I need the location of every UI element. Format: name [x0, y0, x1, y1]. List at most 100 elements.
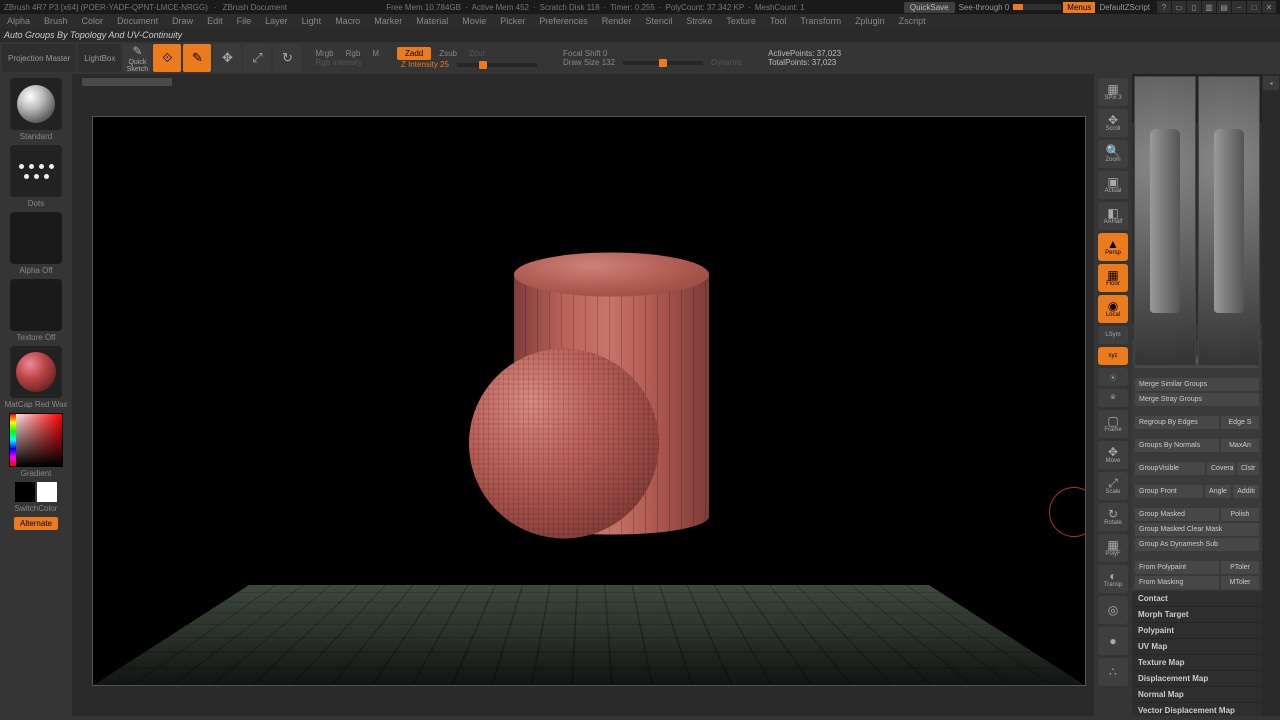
scale-view-button[interactable]: ⤢Scale [1098, 472, 1128, 500]
help-icon[interactable]: ? [1157, 1, 1171, 13]
z-intensity-slider[interactable] [457, 63, 537, 67]
move-mode-button[interactable]: ✥ [213, 44, 241, 72]
document-tab[interactable] [82, 78, 172, 86]
regroup-edges-button[interactable]: Regroup By Edges [1135, 416, 1219, 429]
xyz-button[interactable]: xyz [1098, 347, 1128, 365]
projection-master-button[interactable]: Projection Master [2, 44, 76, 72]
cluster-slider[interactable]: Clstr [1237, 462, 1259, 475]
sect-normalmap[interactable]: Normal Map [1132, 687, 1262, 703]
alternate-button[interactable]: Alternate [14, 517, 58, 530]
alpha-thumb[interactable] [10, 212, 62, 264]
group-front-button[interactable]: Group Front [1135, 485, 1203, 498]
dynamic-label[interactable]: Dynamic [707, 58, 746, 67]
y-axis-button[interactable]: ⦾ [1098, 389, 1128, 407]
color-picker[interactable] [9, 413, 63, 467]
menu-tool[interactable]: Tool [763, 16, 794, 26]
maxangle-slider[interactable]: MaxAn [1221, 439, 1259, 452]
persp-button[interactable]: ▲Persp [1098, 233, 1128, 261]
quicksketch-button[interactable]: ✎Quick Sketch [123, 44, 151, 72]
menu-material[interactable]: Material [409, 16, 455, 26]
mrgb-button[interactable]: Mrgb [311, 49, 337, 58]
brush-thumb[interactable] [10, 78, 62, 130]
sect-contact[interactable]: Contact [1132, 591, 1262, 607]
menu-brush[interactable]: Brush [37, 16, 75, 26]
viewport[interactable] [92, 116, 1086, 686]
coverage-slider[interactable]: Covera [1207, 462, 1235, 475]
polyframe-button[interactable]: ▦PolyF [1098, 534, 1128, 562]
zadd-button[interactable]: Zadd [397, 47, 431, 60]
material-thumb[interactable] [10, 346, 62, 398]
layout2-icon[interactable]: ▯ [1187, 1, 1201, 13]
menu-draw[interactable]: Draw [165, 16, 200, 26]
group-masked-clear-button[interactable]: Group Masked Clear Mask [1135, 523, 1259, 536]
menu-transform[interactable]: Transform [793, 16, 848, 26]
layout4-icon[interactable]: ▤ [1217, 1, 1231, 13]
tool-thumb-1[interactable] [1134, 76, 1196, 366]
ghost-button[interactable]: ◎ [1098, 596, 1128, 624]
maximize-icon[interactable]: □ [1247, 1, 1261, 13]
menu-light[interactable]: Light [295, 16, 329, 26]
from-masking-button[interactable]: From Masking [1135, 576, 1219, 589]
edge-slider[interactable]: Edge S [1221, 416, 1259, 429]
tray-expand-icon[interactable]: ◂ [1263, 76, 1279, 90]
sect-morphtarget[interactable]: Morph Target [1132, 607, 1262, 623]
rgb-button[interactable]: Rgb [342, 49, 365, 58]
primary-color-swatch[interactable] [37, 482, 57, 502]
draw-size-slider[interactable] [623, 61, 703, 65]
zcut-button[interactable]: Zcut [465, 49, 489, 58]
from-polypaint-button[interactable]: From Polypaint [1135, 561, 1219, 574]
seethrough-slider[interactable] [1013, 4, 1061, 10]
default-zscript[interactable]: DefaultZScript [1099, 3, 1150, 12]
groups-normals-button[interactable]: Groups By Normals [1135, 439, 1219, 452]
sect-dispmap[interactable]: Displacement Map [1132, 671, 1262, 687]
menu-document[interactable]: Document [110, 16, 165, 26]
additive-button[interactable]: Additi [1233, 485, 1259, 498]
polish-slider[interactable]: Polish [1221, 508, 1259, 521]
front-angle-slider[interactable]: Angle [1205, 485, 1231, 498]
group-visible-button[interactable]: GroupVisible [1135, 462, 1205, 475]
lsym-button[interactable]: LSym [1098, 326, 1128, 344]
zsub-button[interactable]: Zsub [435, 49, 461, 58]
menu-edit[interactable]: Edit [200, 16, 230, 26]
solo-button[interactable]: ● [1098, 627, 1128, 655]
menu-stroke[interactable]: Stroke [679, 16, 719, 26]
menu-preferences[interactable]: Preferences [532, 16, 595, 26]
m-button[interactable]: M [368, 49, 383, 58]
sect-texturemap[interactable]: Texture Map [1132, 655, 1262, 671]
scale-mode-button[interactable]: ⤢ [243, 44, 271, 72]
draw-mode-button[interactable]: ✎ [183, 44, 211, 72]
menu-render[interactable]: Render [595, 16, 639, 26]
tool-preview[interactable] [1132, 74, 1262, 122]
quicksave-button[interactable]: QuickSave [904, 2, 955, 13]
spix-button[interactable]: ▦SPix 3 [1098, 78, 1128, 106]
menu-macro[interactable]: Macro [328, 16, 367, 26]
menu-movie[interactable]: Movie [455, 16, 493, 26]
sect-uvmap[interactable]: UV Map [1132, 639, 1262, 655]
lightbox-button[interactable]: LightBox [78, 44, 121, 72]
aahalf-button[interactable]: ◧AAHalf [1098, 202, 1128, 230]
menu-zscript[interactable]: Zscript [892, 16, 933, 26]
close-icon[interactable]: ✕ [1262, 1, 1276, 13]
frame-button[interactable]: ▢Frame [1098, 410, 1128, 438]
stroke-thumb[interactable] [10, 145, 62, 197]
actual-button[interactable]: ▣Actual [1098, 171, 1128, 199]
sect-vectordispmap[interactable]: Vector Displacement Map [1132, 703, 1262, 716]
merge-similar-button[interactable]: Merge Similar Groups [1135, 378, 1259, 391]
menu-zplugin[interactable]: Zplugin [848, 16, 892, 26]
menu-picker[interactable]: Picker [493, 16, 532, 26]
x-axis-button[interactable]: ⦿ [1098, 368, 1128, 386]
move-view-button[interactable]: ✥Move [1098, 441, 1128, 469]
switchcolor-button[interactable]: SwitchColor [15, 504, 58, 513]
rotate-mode-button[interactable]: ↻ [273, 44, 301, 72]
floor-button[interactable]: ▦Floor [1098, 264, 1128, 292]
layout3-icon[interactable]: ▥ [1202, 1, 1216, 13]
menus-toggle[interactable]: Menus [1063, 2, 1095, 13]
menu-file[interactable]: File [230, 16, 259, 26]
tool-thumb-2[interactable] [1198, 76, 1260, 366]
ptoler-slider[interactable]: PToler [1221, 561, 1259, 574]
group-dynamesh-button[interactable]: Group As Dynamesh Sub [1135, 538, 1259, 551]
sect-polypaint[interactable]: Polypaint [1132, 623, 1262, 639]
minimize-icon[interactable]: – [1232, 1, 1246, 13]
edit-mode-button[interactable]: ⟐ [153, 44, 181, 72]
zoom-button[interactable]: 🔍Zoom [1098, 140, 1128, 168]
